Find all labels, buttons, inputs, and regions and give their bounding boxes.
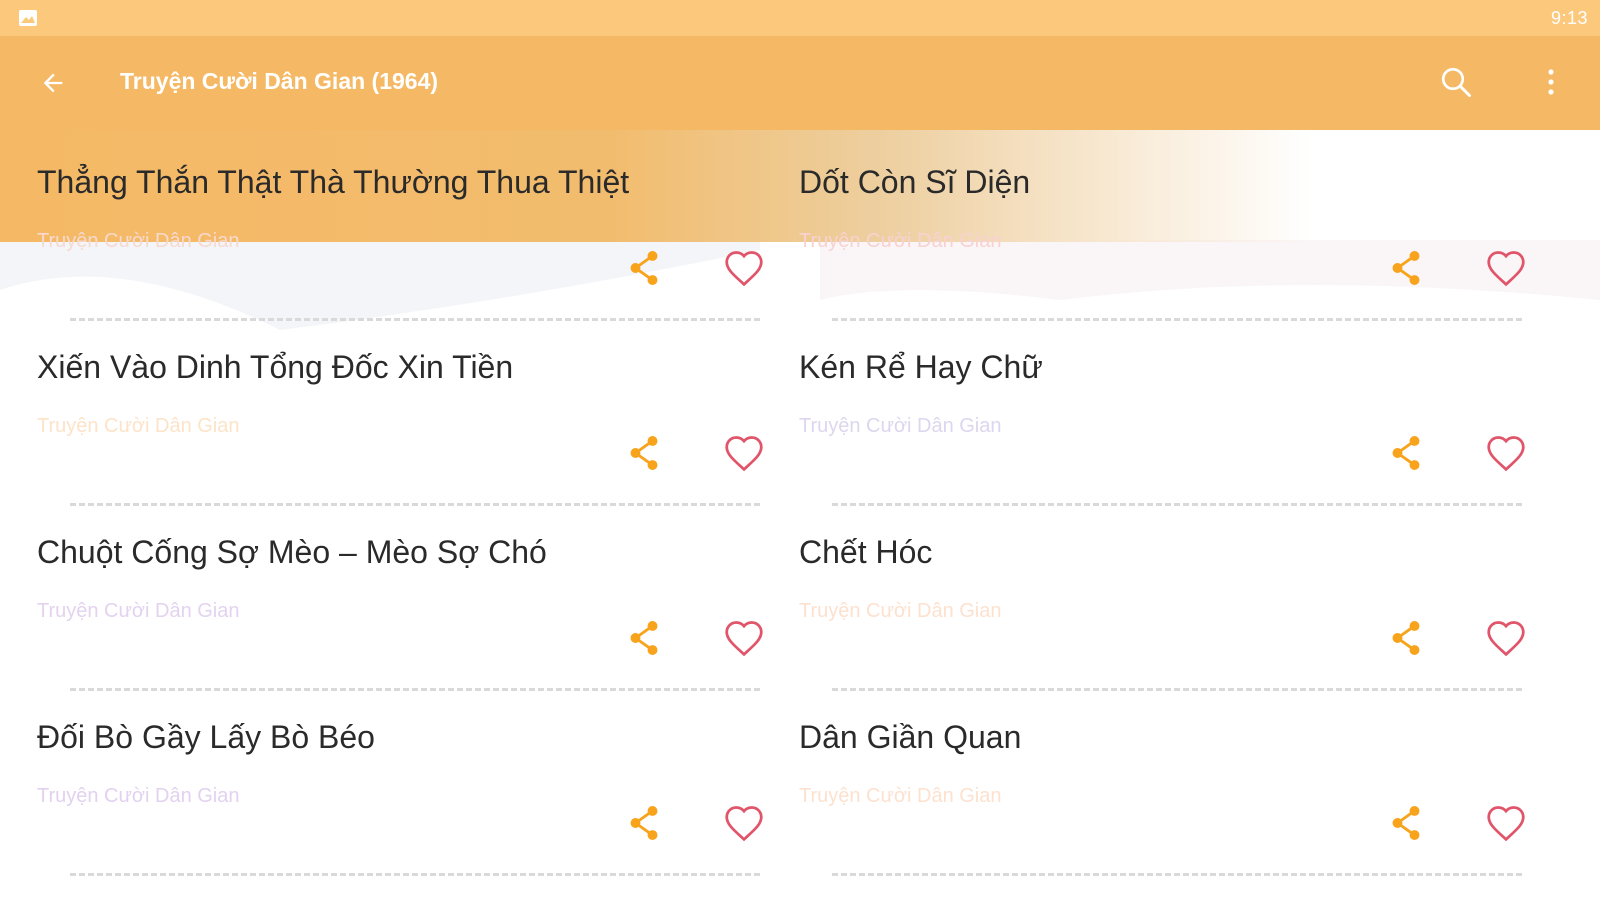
story-subtitle: Truyện Cười Dân Gian [799, 785, 1002, 807]
app-screen: 9:13 Truyện Cười Dân Gian (1964) Thẳng T… [0, 0, 1600, 900]
heart-outline-icon [1487, 436, 1525, 472]
story-subtitle: Truyện Cười Dân Gian [799, 600, 1002, 622]
share-icon [1392, 251, 1420, 285]
story-title: Dốt Còn Sĩ Diện [799, 164, 1031, 200]
app-toolbar: Truyện Cười Dân Gian (1964) [0, 36, 1600, 130]
favorite-button[interactable] [720, 616, 768, 660]
favorite-button[interactable] [720, 246, 768, 290]
heart-outline-icon [725, 806, 763, 842]
favorite-button[interactable] [720, 431, 768, 475]
heart-outline-icon [1487, 621, 1525, 657]
share-button[interactable] [622, 431, 666, 475]
heart-outline-icon [725, 251, 763, 287]
share-button[interactable] [1384, 616, 1428, 660]
story-subtitle: Truyện Cười Dân Gian [37, 600, 240, 622]
share-icon [630, 436, 658, 470]
more-options-button[interactable] [1536, 58, 1566, 106]
heart-outline-icon [1487, 251, 1525, 287]
story-subtitle: Truyện Cười Dân Gian [799, 415, 1002, 437]
row-divider [70, 873, 760, 876]
story-item[interactable]: Xiến Vào Dinh Tổng Đốc Xin Tiền Truyện C… [0, 315, 780, 506]
share-button[interactable] [1384, 431, 1428, 475]
status-bar: 9:13 [0, 0, 1600, 36]
share-button[interactable] [622, 801, 666, 845]
more-vertical-icon [1548, 69, 1554, 95]
story-item[interactable]: Dốt Còn Sĩ Diện Truyện Cười Dân Gian [762, 130, 1542, 321]
share-button[interactable] [622, 246, 666, 290]
heart-outline-icon [1487, 806, 1525, 842]
story-title: Chết Hóc [799, 534, 933, 570]
status-time: 9:13 [1550, 8, 1588, 28]
story-item[interactable]: Kén Rể Hay Chữ Truyện Cười Dân Gian [762, 315, 1542, 506]
share-icon [1392, 436, 1420, 470]
story-subtitle: Truyện Cười Dân Gian [37, 785, 240, 807]
image-icon [19, 10, 37, 26]
story-subtitle: Truyện Cười Dân Gian [799, 230, 1002, 252]
story-title: Đối Bò Gầy Lấy Bò Béo [37, 719, 375, 755]
share-icon [630, 806, 658, 840]
favorite-button[interactable] [1482, 246, 1530, 290]
story-item[interactable]: Chết Hóc Truyện Cười Dân Gian [762, 500, 1542, 691]
story-title: Dân Giần Quan [799, 719, 1022, 755]
story-subtitle: Truyện Cười Dân Gian [37, 415, 240, 437]
story-item[interactable]: Đối Bò Gầy Lấy Bò Béo Truyện Cười Dân Gi… [0, 685, 780, 876]
favorite-button[interactable] [1482, 431, 1530, 475]
row-divider [832, 873, 1522, 876]
share-icon [630, 251, 658, 285]
story-item[interactable]: Thẳng Thắn Thật Thà Thường Thua Thiệt Tr… [0, 130, 780, 321]
story-title: Thẳng Thắn Thật Thà Thường Thua Thiệt [37, 164, 630, 200]
story-title: Chuột Cống Sợ Mèo – Mèo Sợ Chó [37, 534, 547, 570]
share-button[interactable] [1384, 246, 1428, 290]
page-title: Truyện Cười Dân Gian (1964) [120, 68, 439, 94]
back-button[interactable] [30, 60, 76, 106]
story-subtitle: Truyện Cười Dân Gian [37, 230, 240, 252]
story-title: Xiến Vào Dinh Tổng Đốc Xin Tiền [37, 349, 514, 385]
share-button[interactable] [622, 616, 666, 660]
share-icon [1392, 621, 1420, 655]
share-button[interactable] [1384, 801, 1428, 845]
share-icon [1392, 806, 1420, 840]
search-button[interactable] [1432, 58, 1480, 106]
search-icon [1441, 67, 1471, 97]
favorite-button[interactable] [1482, 801, 1530, 845]
favorite-button[interactable] [720, 801, 768, 845]
favorite-button[interactable] [1482, 616, 1530, 660]
heart-outline-icon [725, 436, 763, 472]
share-icon [630, 621, 658, 655]
story-item[interactable]: Dân Giần Quan Truyện Cười Dân Gian [762, 685, 1542, 876]
heart-outline-icon [725, 621, 763, 657]
story-item[interactable]: Chuột Cống Sợ Mèo – Mèo Sợ Chó Truyện Cư… [0, 500, 780, 691]
story-title: Kén Rể Hay Chữ [799, 349, 1043, 385]
story-grid: Thẳng Thắn Thật Thà Thường Thua Thiệt Tr… [0, 130, 1600, 900]
arrow-back-icon [43, 73, 63, 93]
